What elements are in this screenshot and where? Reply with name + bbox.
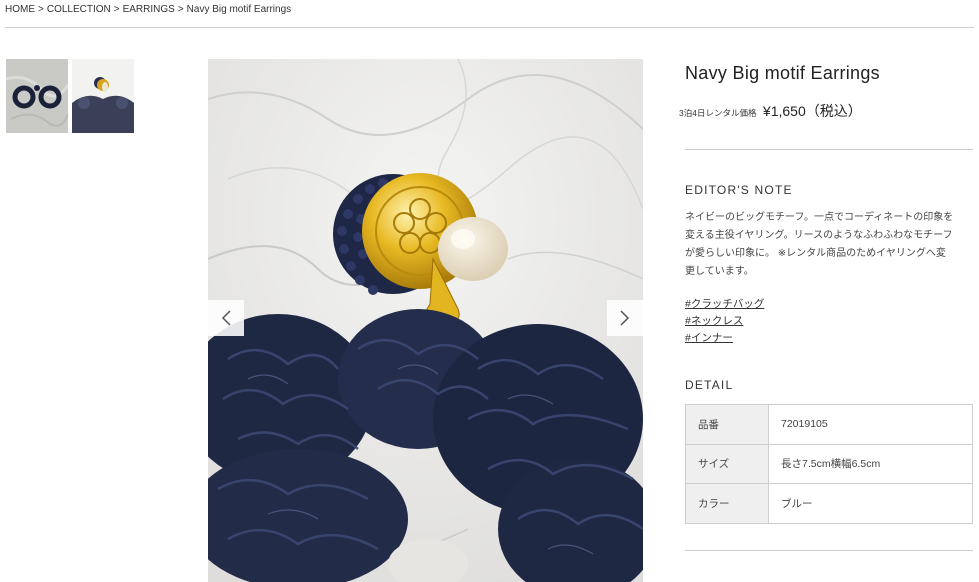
thumbnail-front[interactable] — [6, 59, 68, 133]
gallery-prev-button[interactable] — [208, 300, 244, 336]
detail-label-sku: 品番 — [685, 404, 769, 445]
editors-note-text: ネイビーのビッグモチーフ。一点でコーディネートの印象を 変える主役イヤリング。リ… — [685, 209, 973, 281]
detail-value-sku: 72019105 — [768, 404, 973, 445]
editors-note-heading: EDITOR'S NOTE — [685, 183, 793, 197]
chevron-right-icon — [620, 310, 630, 326]
price-row: 3泊4日レンタル価格 ¥1,650（税込） — [679, 101, 862, 121]
chevron-left-icon — [221, 310, 231, 326]
breadcrumb-collection[interactable]: COLLECTION — [47, 4, 111, 15]
breadcrumb-home[interactable]: HOME — [5, 4, 35, 15]
note-line: ネイビーのビッグモチーフ。一点でコーディネートの印象を — [685, 212, 954, 223]
tag-link-clutch-bag[interactable]: #クラッチバッグ — [685, 296, 764, 313]
main-product-image — [208, 59, 643, 582]
breadcrumb-separator: > — [113, 4, 120, 15]
table-row: 品番 72019105 — [685, 404, 973, 445]
detail-table: 品番 72019105 サイズ 長さ7.5cm横幅6.5cm カラー ブルー — [685, 404, 973, 524]
tag-link-inner[interactable]: #インナー — [685, 330, 764, 347]
breadcrumb-separator: > — [177, 4, 184, 15]
divider — [685, 149, 973, 150]
breadcrumb-separator: > — [38, 4, 44, 15]
breadcrumb-earrings[interactable]: EARRINGS — [123, 4, 175, 15]
price-label: 3泊4日レンタル価格 — [679, 108, 757, 118]
header-divider — [5, 27, 974, 28]
breadcrumb-current: Navy Big motif Earrings — [186, 4, 292, 15]
note-line: が愛らしい印象に。 ※レンタル商品のためイヤリングへ変 — [685, 248, 946, 259]
product-title: Navy Big motif Earrings — [685, 63, 880, 83]
table-row: サイズ 長さ7.5cm横幅6.5cm — [685, 443, 973, 484]
price-value: ¥1,650（税込） — [762, 103, 862, 119]
detail-value-size: 長さ7.5cm横幅6.5cm — [768, 443, 973, 484]
detail-label-size: サイズ — [685, 443, 769, 484]
detail-value-color: ブルー — [768, 483, 973, 524]
tag-list: #クラッチバッグ #ネックレス #インナー — [685, 296, 764, 347]
detail-heading: DETAIL — [685, 378, 734, 392]
thumbnail-side[interactable] — [72, 59, 134, 133]
divider — [685, 550, 973, 551]
gallery-next-button[interactable] — [607, 300, 643, 336]
note-line: 更しています。 — [685, 266, 754, 277]
table-row: カラー ブルー — [685, 483, 973, 524]
breadcrumb: HOME > COLLECTION > EARRINGS > Navy Big motif … — [5, 4, 291, 15]
detail-label-color: カラー — [685, 483, 769, 524]
tag-link-necklace[interactable]: #ネックレス — [685, 313, 764, 330]
note-line: 変える主役イヤリング。リースのようなふわふわなモチーフ — [685, 230, 953, 241]
